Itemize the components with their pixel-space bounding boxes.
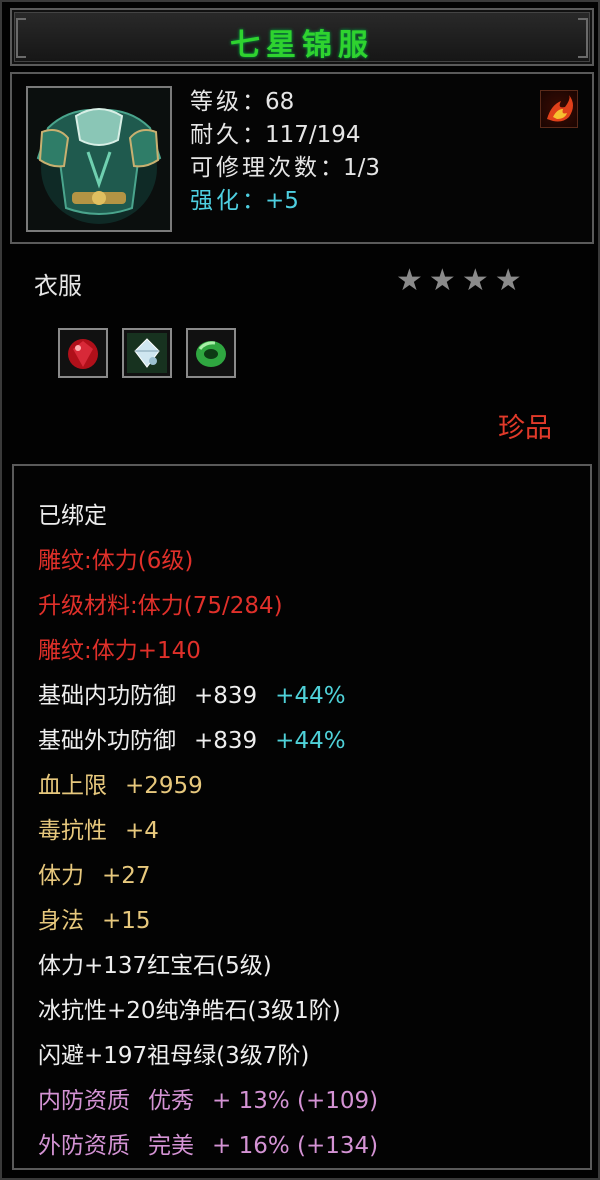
engrave-bonus: 雕纹:体力+140: [38, 638, 201, 664]
star-icon: ★: [396, 263, 423, 298]
gem-slots: [58, 328, 236, 378]
attr-value: +839: [194, 728, 258, 754]
enhance-label: 强化: [190, 188, 242, 214]
attr-grade: 完美: [148, 1133, 194, 1159]
title-corner-right: [578, 18, 588, 58]
attr-value: +2959: [125, 773, 203, 799]
attributes-panel: 已绑定 雕纹:体力(6级) 升级材料:体力(75/284) 雕纹:体力+140 …: [12, 464, 592, 1170]
attr-label: 体力: [38, 863, 84, 889]
quality-label: 珍品: [498, 413, 552, 444]
star-rating: ★ ★ ★ ★: [396, 266, 522, 296]
attr-label: 身法: [38, 908, 84, 934]
attr-percent: +44%: [275, 683, 346, 709]
gem-bonus-diamond: 冰抗性+20纯净皓石(3级1阶): [38, 998, 341, 1024]
attr-percent: +44%: [275, 728, 346, 754]
bound-status: 已绑定: [38, 503, 107, 529]
fire-element-icon: [540, 90, 578, 128]
item-stats: 等级：68 耐久：117/194 可修理次数：1/3 强化：+5: [190, 86, 380, 218]
armor-portrait: [26, 86, 172, 232]
title-bar: 七星锦服: [10, 8, 594, 66]
level-label: 等级: [190, 89, 242, 115]
item-name: 七星锦服: [230, 28, 374, 63]
base-outer-defense: 基础外功防御 +839 +44%: [38, 719, 378, 764]
poison-resistance: 毒抗性 +4: [38, 809, 378, 854]
attr-value: +4: [125, 818, 159, 844]
upgrade-material: 升级材料:体力(75/284): [38, 593, 283, 619]
star-icon: ★: [461, 263, 489, 298]
attr-grade: 优秀: [148, 1088, 194, 1114]
enhance-value: +5: [265, 188, 299, 214]
attr-label: 基础外功防御: [38, 728, 176, 754]
item-tooltip: 七星锦服 等级：68 耐久：117/194 可修理次数：1/3 强化：+5 衣服…: [0, 0, 600, 1180]
agility: 身法 +15: [38, 899, 378, 944]
attribute-list: 已绑定 雕纹:体力(6级) 升级材料:体力(75/284) 雕纹:体力+140 …: [38, 494, 378, 1169]
attr-value: + 16% (+134): [212, 1133, 379, 1159]
hp-max: 血上限 +2959: [38, 764, 378, 809]
gem-bonus-emerald: 闪避+197祖母绿(3级7阶): [38, 1043, 310, 1069]
inner-defense-quality: 内防资质 优秀 + 13% (+109): [38, 1079, 378, 1124]
repairs-value: 1/3: [343, 155, 381, 181]
attr-value: +15: [102, 908, 151, 934]
repairs-row: 可修理次数：1/3: [190, 155, 381, 181]
diamond-gem-icon[interactable]: [122, 328, 172, 378]
item-header-panel: 等级：68 耐久：117/194 可修理次数：1/3 强化：+5: [10, 72, 594, 244]
outer-defense-quality: 外防资质 完美 + 16% (+134): [38, 1124, 378, 1169]
attr-value: +839: [194, 683, 258, 709]
attr-label: 内防资质: [38, 1088, 130, 1114]
engrave-level: 雕纹:体力(6级): [38, 548, 194, 574]
star-icon: ★: [428, 263, 456, 298]
durability-value: 117/194: [265, 122, 361, 148]
attr-label: 外防资质: [38, 1133, 130, 1159]
star-icon: ★: [494, 263, 522, 298]
attr-label: 基础内功防御: [38, 683, 176, 709]
level-value: 68: [265, 89, 295, 115]
repairs-label: 可修理次数: [190, 155, 320, 181]
ruby-gem-icon[interactable]: [58, 328, 108, 378]
armor-icon: [28, 88, 170, 230]
attr-value: + 13% (+109): [212, 1088, 379, 1114]
durability-label: 耐久: [190, 122, 242, 148]
item-type: 衣服: [34, 272, 82, 300]
enhance-row: 强化：+5: [190, 188, 299, 214]
durability-row: 耐久：117/194: [190, 122, 361, 148]
jade-gem-icon[interactable]: [186, 328, 236, 378]
gem-bonus-ruby: 体力+137红宝石(5级): [38, 953, 272, 979]
attr-label: 毒抗性: [38, 818, 107, 844]
attr-value: +27: [102, 863, 151, 889]
level-row: 等级：68: [190, 89, 295, 115]
attr-label: 血上限: [38, 773, 107, 799]
stamina: 体力 +27: [38, 854, 378, 899]
base-inner-defense: 基础内功防御 +839 +44%: [38, 674, 378, 719]
